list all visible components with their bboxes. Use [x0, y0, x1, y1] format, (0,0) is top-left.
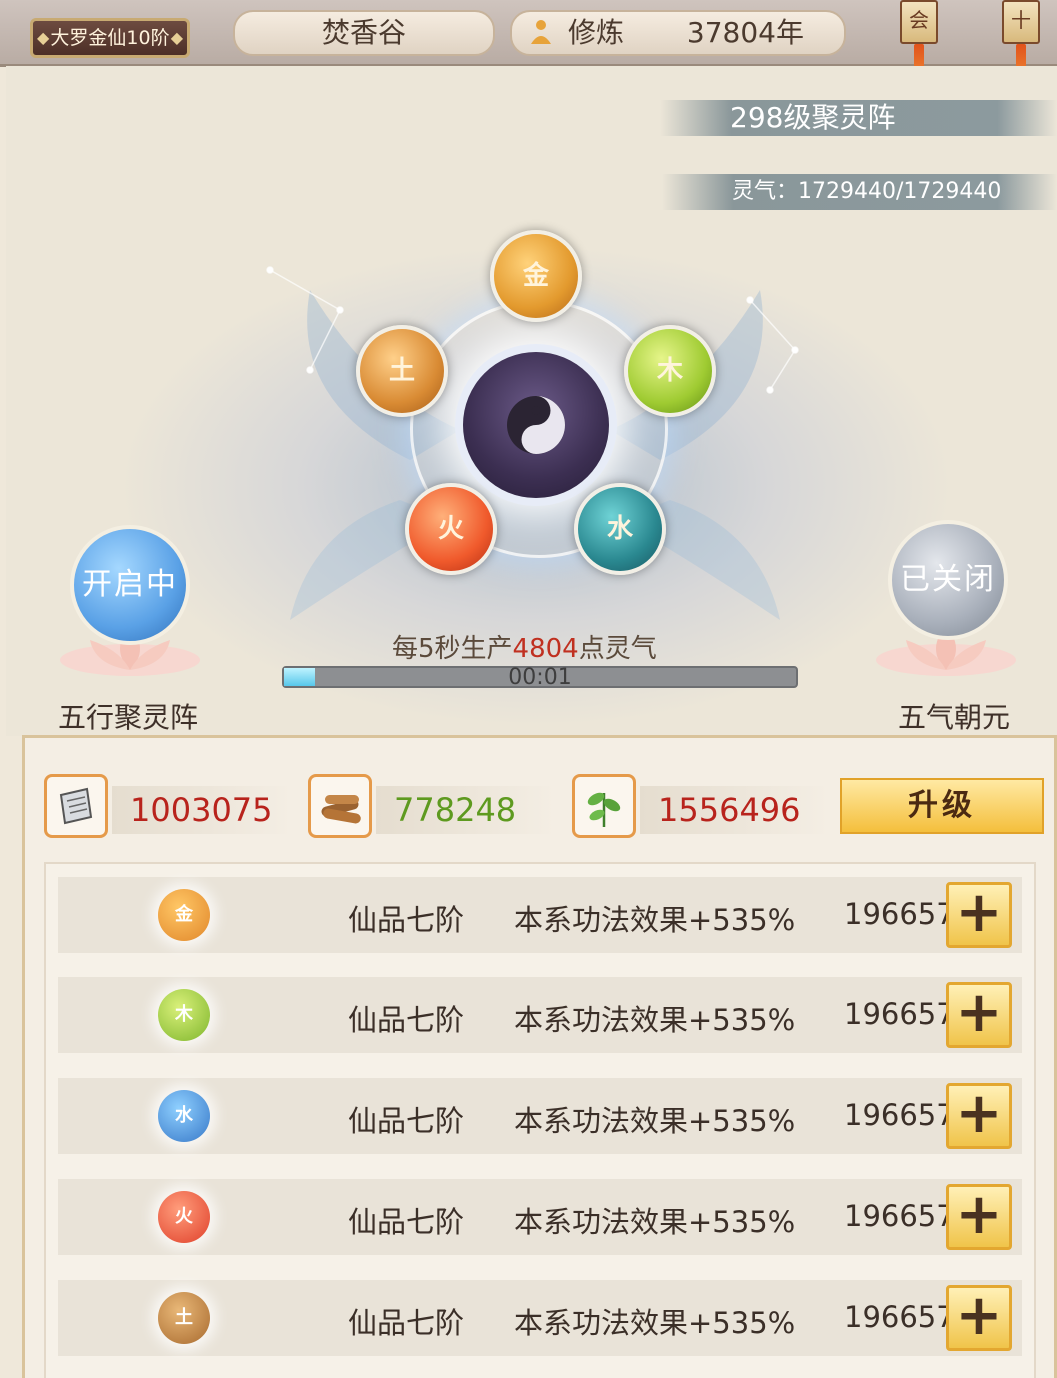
resource-value-1: 1003075: [112, 786, 292, 834]
wood-element-icon: 木: [158, 989, 210, 1041]
toggle-state-on: 开启中: [82, 567, 178, 602]
row-effect: 本系功法效果+535%: [514, 1104, 796, 1138]
chevron-left-icon: ◆: [37, 28, 50, 47]
add-fire-button[interactable]: +: [946, 1184, 1012, 1250]
herb-icon: [587, 792, 621, 827]
toggle-state-off: 已关闭: [900, 562, 996, 597]
row-grade: 仙品七阶: [348, 1104, 465, 1138]
lantern-button-2[interactable]: 十: [1002, 0, 1040, 44]
upgrade-button[interactable]: 升级: [840, 778, 1044, 834]
five-element-array-toggle[interactable]: 开启中: [70, 525, 190, 645]
production-progress-bar: 00:01: [282, 665, 798, 690]
yin-yang-icon: [507, 396, 565, 454]
five-qi-label: 五气朝元: [898, 701, 1011, 734]
array-level-title: 298级聚灵阵: [730, 101, 896, 134]
plus-icon: +: [955, 1283, 1003, 1348]
five-qi-toggle[interactable]: 已关闭: [888, 520, 1008, 640]
row-element-label: 火: [175, 1206, 193, 1227]
water-orb-label: 水: [606, 514, 633, 544]
fire-orb-label: 火: [437, 514, 464, 544]
water-element-orb[interactable]: 水: [574, 483, 666, 575]
earth-orb-label: 土: [388, 356, 415, 386]
metal-orb-label: 金: [522, 261, 549, 291]
element-row-earth: 土 仙品七阶 本系功法效果+535% 1966577: [58, 1280, 1022, 1356]
water-element-icon: 水: [158, 1090, 210, 1142]
element-row-metal: 金 仙品七阶 本系功法效果+535% 1966577: [58, 877, 1022, 953]
fire-element-orb[interactable]: 火: [405, 483, 497, 575]
array-level-banner: 298级聚灵阵: [660, 100, 1057, 136]
lantern-button-1[interactable]: 会: [900, 0, 938, 44]
metal-element-orb[interactable]: 金: [490, 230, 582, 322]
top-bar: ◆ 大罗金仙10阶 ◆ 焚香谷 修炼 37804年 会 十: [0, 0, 1057, 88]
fire-element-icon: 火: [158, 1191, 210, 1243]
rank-label: 大罗金仙10阶: [50, 27, 170, 49]
row-element-label: 水: [175, 1105, 193, 1126]
resource-box-2[interactable]: [308, 774, 372, 838]
add-water-button[interactable]: +: [946, 1083, 1012, 1149]
cultivation-pill[interactable]: 修炼 37804年: [510, 10, 846, 56]
meditating-figure-icon: [531, 20, 551, 44]
lantern-2-text: 十: [1011, 8, 1031, 32]
row-effect: 本系功法效果+535%: [514, 1306, 796, 1340]
earth-element-orb[interactable]: 土: [356, 325, 448, 417]
production-amount: 4804: [512, 634, 579, 664]
wood-icon: [321, 795, 361, 824]
row-element-label: 土: [175, 1307, 193, 1328]
plus-icon: +: [955, 1081, 1003, 1146]
rank-badge[interactable]: ◆ 大罗金仙10阶 ◆: [30, 18, 190, 58]
resource-box-1[interactable]: [44, 774, 108, 838]
row-effect: 本系功法效果+535%: [514, 1205, 796, 1239]
element-row-wood: 木 仙品七阶 本系功法效果+535% 1966577: [58, 977, 1022, 1053]
row-element-label: 金: [175, 904, 193, 925]
resource-box-3[interactable]: [572, 774, 636, 838]
production-prefix: 每5秒生产: [392, 634, 513, 664]
add-earth-button[interactable]: +: [946, 1285, 1012, 1351]
row-grade: 仙品七阶: [348, 1003, 465, 1037]
plus-icon: +: [955, 980, 1003, 1045]
cultivation-value: 37804年: [686, 16, 804, 49]
row-grade: 仙品七阶: [348, 903, 465, 937]
element-row-fire: 火 仙品七阶 本系功法效果+535% 1966577: [58, 1179, 1022, 1255]
metal-element-icon: 金: [158, 889, 210, 941]
row-grade: 仙品七阶: [348, 1205, 465, 1239]
wood-element-orb[interactable]: 木: [624, 325, 716, 417]
resource-value-3: 1556496: [640, 786, 830, 834]
upgrade-label: 升级: [908, 788, 976, 823]
production-timer: 00:01: [508, 665, 572, 690]
production-rate: 每5秒生产4804点灵气: [392, 628, 657, 665]
five-element-array-label: 五行聚灵阵: [58, 701, 199, 734]
sect-name: 焚香谷: [321, 16, 406, 49]
element-row-water: 水 仙品七阶 本系功法效果+535% 1966577: [58, 1078, 1022, 1154]
earth-element-icon: 土: [158, 1292, 210, 1344]
add-metal-button[interactable]: +: [946, 882, 1012, 948]
resource-value-2: 778248: [376, 786, 556, 834]
lantern-1-text: 会: [909, 8, 929, 32]
add-wood-button[interactable]: +: [946, 982, 1012, 1048]
row-effect: 本系功法效果+535%: [514, 903, 796, 937]
sect-pill[interactable]: 焚香谷: [233, 10, 495, 56]
plus-icon: +: [955, 880, 1003, 945]
row-grade: 仙品七阶: [348, 1306, 465, 1340]
scroll-icon: [59, 787, 93, 825]
cultivation-label: 修炼: [568, 16, 625, 49]
row-effect: 本系功法效果+535%: [514, 1003, 796, 1037]
plus-icon: +: [955, 1182, 1003, 1247]
row-element-label: 木: [175, 1004, 193, 1025]
chevron-right-icon: ◆: [170, 28, 183, 47]
wood-orb-label: 木: [656, 356, 683, 386]
production-suffix: 点灵气: [578, 634, 657, 664]
